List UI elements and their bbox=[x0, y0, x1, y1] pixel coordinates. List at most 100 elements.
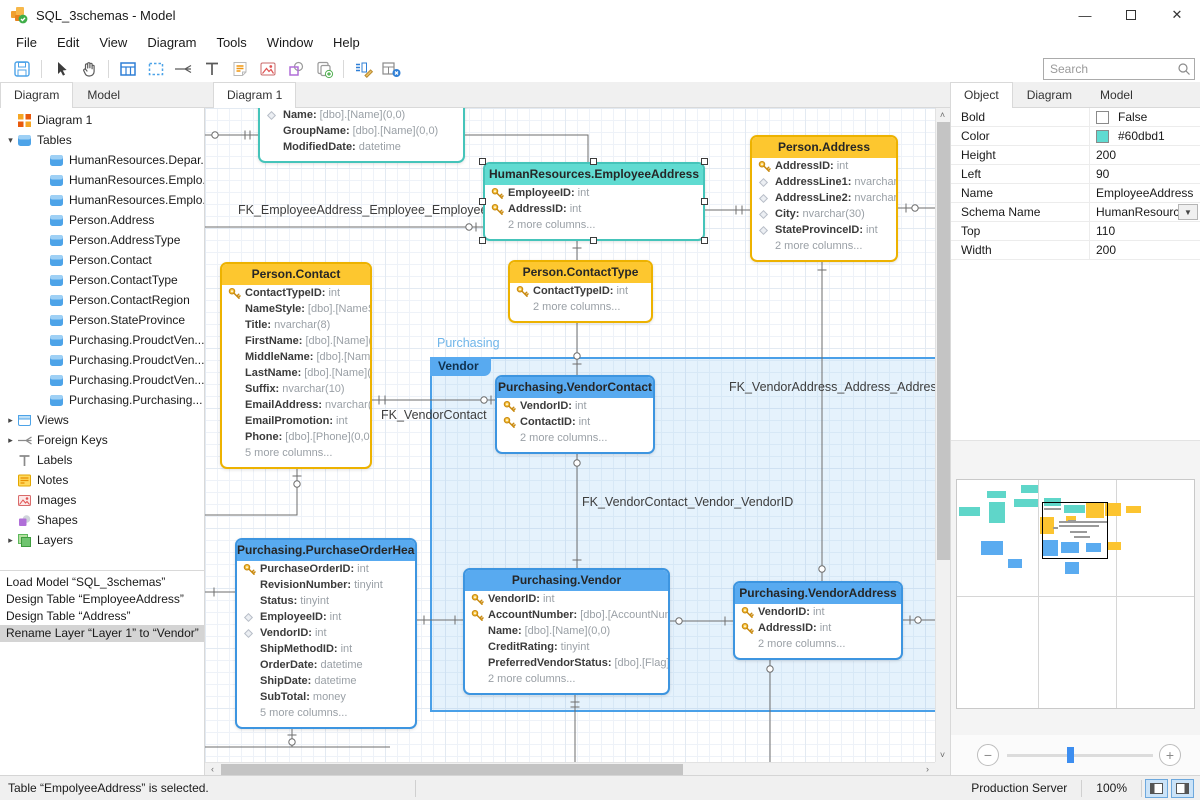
diagram-table-employee-address[interactable]: HumanResources.EmployeeAddressEmployeeID… bbox=[483, 162, 705, 241]
table-column[interactable]: GroupName:[dbo].[Name](0,0) bbox=[260, 123, 463, 139]
table-column[interactable]: EmployeeID:int bbox=[485, 185, 703, 201]
search-box[interactable] bbox=[1043, 58, 1195, 80]
table-header-person-address[interactable]: Person.Address bbox=[752, 137, 896, 158]
hand-button[interactable] bbox=[75, 57, 103, 81]
scroll-right-icon[interactable]: › bbox=[921, 763, 934, 775]
duplicate-button[interactable] bbox=[310, 57, 338, 81]
sidebar-tab-diagram[interactable]: Diagram bbox=[0, 82, 73, 108]
menu-edit[interactable]: Edit bbox=[47, 32, 89, 53]
horizontal-scroll-thumb[interactable] bbox=[221, 764, 683, 775]
diagram-table-person-address[interactable]: Person.AddressAddressID:intAddressLine1:… bbox=[750, 135, 898, 262]
selection-handle[interactable] bbox=[701, 198, 708, 205]
table-column[interactable]: LastName:[dbo].[Name](0... bbox=[222, 365, 370, 381]
scroll-down-icon[interactable]: ˅ bbox=[936, 749, 949, 761]
fk-label-fk-vendorcontact-vendor-vendorid[interactable]: FK_VendorContact_Vendor_VendorID bbox=[582, 495, 793, 509]
tree-item-humanresources-depar[interactable]: HumanResources.Depar... bbox=[0, 150, 204, 170]
tree-expander[interactable]: ▸ bbox=[4, 415, 17, 426]
search-input[interactable] bbox=[1044, 62, 1174, 76]
tree-item-humanresources-emplo[interactable]: HumanResources.Emplo... bbox=[0, 190, 204, 210]
canvas-tab-diagram-1[interactable]: Diagram 1 bbox=[213, 82, 296, 108]
dropdown-arrow-icon[interactable]: ▼ bbox=[1178, 204, 1198, 220]
tree-item-views[interactable]: ▸Views bbox=[0, 410, 204, 430]
tree-item-person-contactregion[interactable]: Person.ContactRegion bbox=[0, 290, 204, 310]
table-column[interactable]: VendorID:int bbox=[465, 591, 668, 607]
tree-item-shapes[interactable]: Shapes bbox=[0, 510, 204, 530]
diagram-table-department[interactable]: HumanResources.DepartmentName:[dbo].[Nam… bbox=[258, 108, 465, 163]
scroll-left-icon[interactable]: ‹ bbox=[206, 763, 219, 775]
properties-tab-model[interactable]: Model bbox=[1086, 82, 1147, 107]
table-column[interactable]: PreferredVendorStatus:[dbo].[Flag](0,0) bbox=[465, 655, 668, 671]
table-column[interactable]: VendorID:int bbox=[237, 625, 415, 641]
selection-handle[interactable] bbox=[479, 237, 486, 244]
table-column[interactable]: City:nvarchar(30) bbox=[752, 206, 896, 222]
table-column[interactable]: AccountNumber:[dbo].[AccountNumber]... bbox=[465, 607, 668, 623]
tree-item-diagram-1[interactable]: Diagram 1 bbox=[0, 110, 204, 130]
table-column[interactable]: Suffix:nvarchar(10) bbox=[222, 381, 370, 397]
canvas-vertical-scrollbar[interactable]: ˄ ˅ bbox=[935, 108, 950, 762]
tree-item-foreign-keys[interactable]: ▸Foreign Keys bbox=[0, 430, 204, 450]
more-columns-label[interactable]: 5 more columns... bbox=[222, 445, 370, 461]
table-header-person-contact[interactable]: Person.Contact bbox=[222, 264, 370, 285]
tree-item-humanresources-emplo[interactable]: HumanResources.Emplo... bbox=[0, 170, 204, 190]
selection-handle[interactable] bbox=[479, 198, 486, 205]
table-column[interactable]: Phone:[dbo].[Phone](0,0) bbox=[222, 429, 370, 445]
tree-item-purchasing-proudctven[interactable]: Purchasing.ProudctVen... bbox=[0, 350, 204, 370]
design-table-button[interactable] bbox=[349, 57, 377, 81]
table-column[interactable]: AddressLine1:nvarchar(... bbox=[752, 174, 896, 190]
menu-file[interactable]: File bbox=[6, 32, 47, 53]
property-value-color[interactable]: #60dbd1 bbox=[1089, 127, 1200, 145]
table-column[interactable]: VendorID:int bbox=[497, 398, 653, 414]
table-column[interactable]: AddressID:int bbox=[752, 158, 896, 174]
color-swatch[interactable] bbox=[1096, 130, 1109, 143]
property-value-width[interactable]: 200 bbox=[1089, 241, 1200, 259]
tree-expander[interactable]: ▸ bbox=[4, 435, 17, 446]
tree-item-purchasing-purchasing[interactable]: Purchasing.Purchasing... bbox=[0, 390, 204, 410]
toggle-right-panel-button[interactable] bbox=[1171, 779, 1194, 798]
table-column[interactable]: EmailAddress:nvarchar(50) bbox=[222, 397, 370, 413]
fk-label-fk-employeeaddress-employee-employeeid[interactable]: FK_EmployeeAddress_Employee_EmployeeID bbox=[238, 203, 500, 217]
minimize-button[interactable]: — bbox=[1062, 0, 1108, 30]
new-note-button[interactable] bbox=[226, 57, 254, 81]
table-column[interactable]: ContactID:int bbox=[497, 414, 653, 430]
property-value-height[interactable]: 200 bbox=[1089, 146, 1200, 164]
delete-table-button[interactable] bbox=[377, 57, 405, 81]
selection-handle[interactable] bbox=[701, 237, 708, 244]
more-columns-label[interactable]: 2 more columns... bbox=[497, 430, 653, 446]
more-columns-label[interactable]: 2 more columns... bbox=[465, 671, 668, 687]
history-item[interactable]: Design Table “Address” bbox=[0, 608, 204, 625]
tree-item-purchasing-proudctven[interactable]: Purchasing.ProudctVen... bbox=[0, 330, 204, 350]
table-column[interactable]: PurchaseOrderID:int bbox=[237, 561, 415, 577]
sidebar-tab-model[interactable]: Model bbox=[73, 82, 134, 107]
property-value-top[interactable]: 110 bbox=[1089, 222, 1200, 240]
toggle-left-panel-button[interactable] bbox=[1145, 779, 1168, 798]
tree-item-layers[interactable]: ▸Layers bbox=[0, 530, 204, 550]
more-columns-label[interactable]: 2 more columns... bbox=[485, 217, 703, 233]
property-value-left[interactable]: 90 bbox=[1089, 165, 1200, 183]
menu-window[interactable]: Window bbox=[257, 32, 323, 53]
diagram-table-vendor-address[interactable]: Purchasing.VendorAddressVendorID:intAddr… bbox=[733, 581, 903, 660]
table-column[interactable]: RevisionNumber:tinyint bbox=[237, 577, 415, 593]
more-columns-label[interactable]: 2 more columns... bbox=[752, 238, 896, 254]
table-column[interactable]: AddressID:int bbox=[485, 201, 703, 217]
tree-item-purchasing-proudctven[interactable]: Purchasing.ProudctVen... bbox=[0, 370, 204, 390]
table-column[interactable]: EmployeeID:int bbox=[237, 609, 415, 625]
new-label-button[interactable] bbox=[198, 57, 226, 81]
table-column[interactable]: ContactTypeID:int bbox=[510, 283, 651, 299]
menu-tools[interactable]: Tools bbox=[206, 32, 256, 53]
properties-tab-diagram[interactable]: Diagram bbox=[1013, 82, 1086, 107]
tree-expander[interactable]: ▾ bbox=[4, 135, 17, 146]
table-header-vendor-contact[interactable]: Purchasing.VendorContact bbox=[497, 377, 653, 398]
checkbox-unchecked-icon[interactable] bbox=[1096, 111, 1109, 124]
tree-item-person-addresstype[interactable]: Person.AddressType bbox=[0, 230, 204, 250]
table-column[interactable]: AddressID:int bbox=[735, 620, 901, 636]
table-header-vendor-address[interactable]: Purchasing.VendorAddress bbox=[735, 583, 901, 604]
property-value-name[interactable]: EmployeeAddress bbox=[1089, 184, 1200, 202]
table-column[interactable]: ShipMethodID:int bbox=[237, 641, 415, 657]
tree-item-tables[interactable]: ▾Tables bbox=[0, 130, 204, 150]
fk-connector[interactable] bbox=[205, 469, 297, 515]
diagram-overview-map[interactable] bbox=[956, 479, 1195, 709]
fk-label-fk-vendoraddress-address-addressid[interactable]: FK_VendorAddress_Address_AddressID bbox=[729, 380, 950, 394]
tree-item-person-stateprovince[interactable]: Person.StateProvince bbox=[0, 310, 204, 330]
selection-handle[interactable] bbox=[590, 158, 597, 165]
diagram-table-person-contacttype[interactable]: Person.ContactTypeContactTypeID:int2 mor… bbox=[508, 260, 653, 323]
